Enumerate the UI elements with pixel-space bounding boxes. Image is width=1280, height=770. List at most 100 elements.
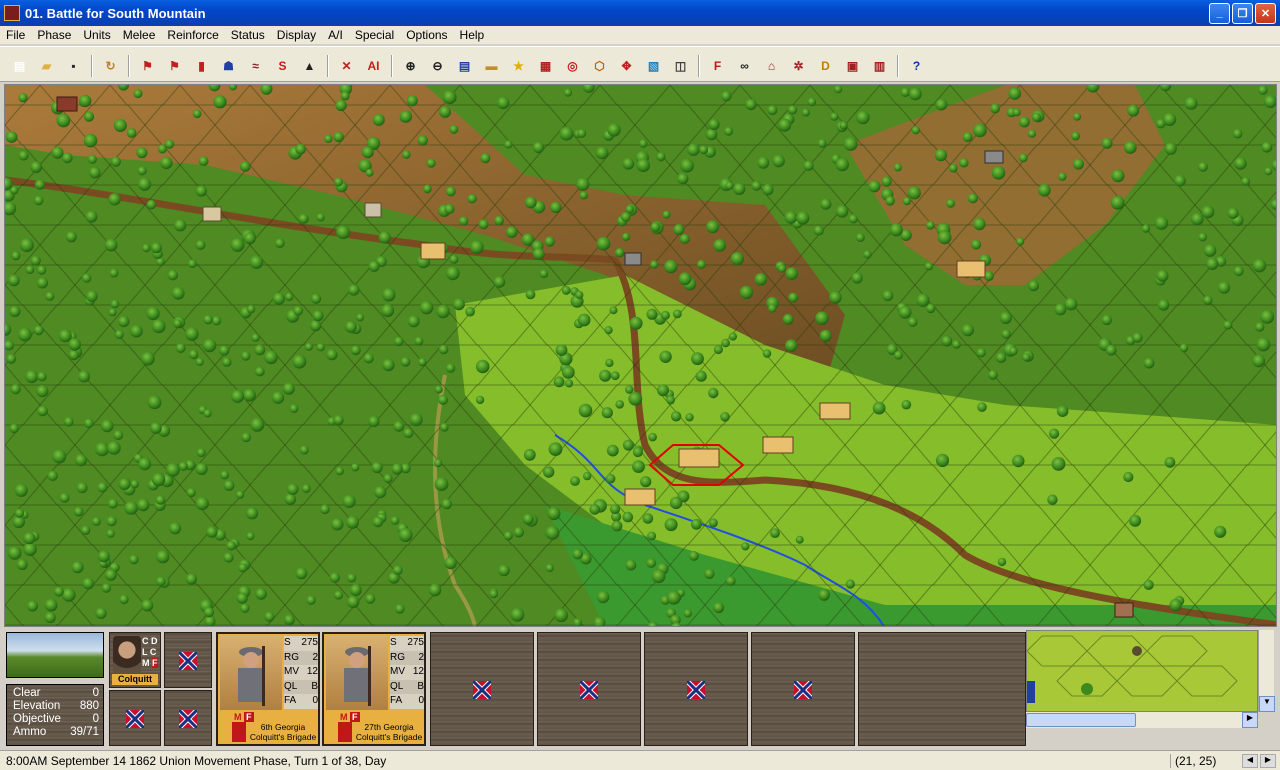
- menu-help[interactable]: Help: [454, 28, 491, 42]
- menu-file[interactable]: File: [0, 28, 31, 42]
- flags-button[interactable]: ▥: [868, 54, 891, 77]
- unit-card[interactable]: S 275 RG 2 MV 12 QL B FA 0 M F 27th Georgia C…: [322, 632, 426, 746]
- scroll-thumb[interactable]: [1026, 713, 1136, 727]
- artillery-fire-button[interactable]: ⚑: [136, 54, 159, 77]
- d-button[interactable]: D: [814, 54, 837, 77]
- star-button[interactable]: ★: [507, 54, 530, 77]
- tree: [762, 349, 772, 358]
- menu-status[interactable]: Status: [225, 28, 271, 42]
- replay-button[interactable]: ↻: [99, 54, 122, 77]
- tree: [607, 123, 621, 137]
- app-icon: [4, 5, 20, 21]
- tree: [130, 324, 143, 338]
- layers-button[interactable]: ◫: [669, 54, 692, 77]
- stack-button[interactable]: ▲: [298, 54, 321, 77]
- no-fire-button[interactable]: ✕: [335, 54, 358, 77]
- menu-units[interactable]: Units: [77, 28, 116, 42]
- maximize-button[interactable]: ❐: [1232, 2, 1253, 24]
- tree: [835, 205, 849, 218]
- menu-phase[interactable]: Phase: [31, 28, 77, 42]
- unit-counter[interactable]: [420, 242, 446, 260]
- selected-unit-counter[interactable]: [678, 448, 720, 468]
- menu-display[interactable]: Display: [271, 28, 322, 42]
- fire-button[interactable]: ⚑: [163, 54, 186, 77]
- terrain-row-ammo: Ammo 39/71: [13, 726, 99, 738]
- s-button[interactable]: S: [271, 54, 294, 77]
- tree: [30, 255, 41, 266]
- unit-card[interactable]: S 275 RG 2 MV 12 QL B FA 0 M F 6th Georgia Co…: [216, 632, 320, 746]
- mini-map[interactable]: [1026, 630, 1258, 712]
- counter-button[interactable]: ▬: [480, 54, 503, 77]
- empty-unit-slot[interactable]: [537, 632, 641, 746]
- move-arrows-button[interactable]: ✥: [615, 54, 638, 77]
- help-button[interactable]: ?: [905, 54, 928, 77]
- orders-button[interactable]: ▣: [841, 54, 864, 77]
- scroll-right-button[interactable]: ▶: [1242, 712, 1258, 728]
- tree: [7, 546, 22, 560]
- save-button[interactable]: ▪: [62, 54, 85, 77]
- ai-button[interactable]: AI: [362, 54, 385, 77]
- tree: [762, 184, 774, 196]
- tree: [575, 290, 584, 299]
- tree: [818, 589, 830, 601]
- close-button[interactable]: ✕: [1255, 2, 1276, 24]
- us-flag-button[interactable]: ▦: [534, 54, 557, 77]
- cemetery-button[interactable]: ⌂: [760, 54, 783, 77]
- status-right-arrow-button[interactable]: ▶: [1260, 753, 1276, 768]
- scroll-down-button[interactable]: ▼: [1259, 696, 1275, 712]
- tree: [178, 461, 188, 471]
- tree: [51, 146, 64, 159]
- menu-ai[interactable]: A/I: [322, 28, 349, 42]
- tree: [347, 573, 357, 583]
- wheel-button[interactable]: ✲: [787, 54, 810, 77]
- menu-special[interactable]: Special: [349, 28, 400, 42]
- tree: [796, 211, 810, 225]
- infantry-button[interactable]: ☗: [217, 54, 240, 77]
- empty-unit-slot[interactable]: [164, 632, 212, 688]
- tree: [659, 350, 672, 363]
- tree: [620, 212, 631, 222]
- move-arrows-icon: ✥: [621, 58, 632, 73]
- hex-map[interactable]: [5, 85, 1277, 627]
- unit-counter[interactable]: [956, 260, 986, 278]
- binoculars-button[interactable]: ∞: [733, 54, 756, 77]
- report-button[interactable]: ▤: [453, 54, 476, 77]
- cavalry-button[interactable]: ≈: [244, 54, 267, 77]
- tree: [539, 269, 549, 278]
- battle-map[interactable]: [4, 84, 1277, 627]
- tree: [298, 213, 309, 224]
- open-button[interactable]: ▰: [35, 54, 58, 77]
- tree: [346, 515, 359, 529]
- hex-outline-button[interactable]: ⬡: [588, 54, 611, 77]
- mini-map-hscroll[interactable]: ▶: [1026, 712, 1258, 728]
- tree: [1101, 137, 1113, 149]
- leader-slot[interactable]: C D L C M F Colquitt: [109, 632, 161, 688]
- f-button[interactable]: F: [706, 54, 729, 77]
- mini-map-vscroll[interactable]: ▼: [1258, 630, 1275, 712]
- menu-reinforce[interactable]: Reinforce: [161, 28, 224, 42]
- menu-melee[interactable]: Melee: [117, 28, 162, 42]
- menu-options[interactable]: Options: [400, 28, 453, 42]
- tree: [312, 310, 324, 322]
- tree: [1214, 525, 1227, 538]
- target-button[interactable]: ◎: [561, 54, 584, 77]
- empty-unit-slot[interactable]: [109, 690, 161, 746]
- empty-unit-slot[interactable]: [751, 632, 855, 746]
- tree: [851, 272, 863, 284]
- ammo-button[interactable]: ▮: [190, 54, 213, 77]
- minimize-button[interactable]: _: [1209, 2, 1230, 24]
- unit-counter[interactable]: [762, 436, 794, 454]
- map-edit-button[interactable]: ▧: [642, 54, 665, 77]
- stat-quality: QL B: [284, 679, 318, 694]
- zoom-out-button[interactable]: ⊖: [426, 54, 449, 77]
- empty-unit-slot[interactable]: [644, 632, 748, 746]
- empty-unit-slot[interactable]: [164, 690, 212, 746]
- empty-unit-slot[interactable]: [430, 632, 534, 746]
- unit-counter[interactable]: [624, 488, 656, 506]
- new-button[interactable]: ▤: [8, 54, 31, 77]
- status-left-arrow-button[interactable]: ◀: [1242, 753, 1258, 768]
- unit-counter[interactable]: [819, 402, 851, 420]
- tree: [241, 432, 251, 443]
- zoom-in-button[interactable]: ⊕: [399, 54, 422, 77]
- tree: [340, 91, 350, 101]
